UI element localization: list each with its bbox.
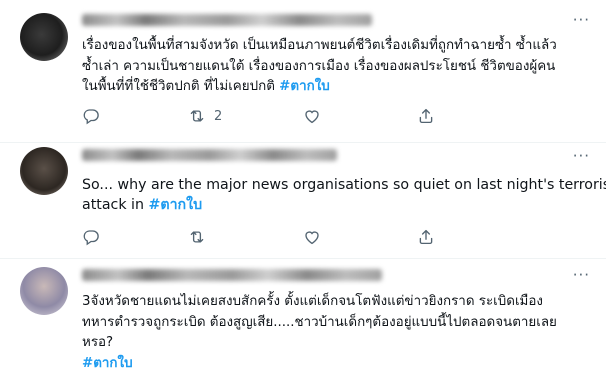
retweet-button[interactable]: 2 <box>188 106 222 126</box>
hashtag-link[interactable]: #ตากใบ <box>279 79 330 94</box>
avatar[interactable] <box>20 147 68 195</box>
hashtag-link[interactable]: #ตากใบ <box>148 197 202 213</box>
tweet-text-line: หรอ? <box>82 335 114 350</box>
reply-icon <box>83 230 99 246</box>
retweet-icon <box>190 110 204 122</box>
retweet-button[interactable] <box>188 227 206 247</box>
more-icon[interactable]: ··· <box>573 13 590 28</box>
tweet-actions <box>82 227 502 247</box>
retweet-count: 2 <box>214 108 223 124</box>
blurred-username <box>82 269 382 281</box>
tweet-text-fragment: ในพื้นที่ที่ใช้ชีวิตปกติ ที่ไม่เคยปกติ <box>82 79 280 94</box>
tweet-text-line: ทหารตำรวจถูกระเบิด ต้องสูญเสีย.....ชาวบ้… <box>82 314 557 330</box>
like-button[interactable] <box>303 227 321 247</box>
like-icon <box>305 110 319 124</box>
more-icon[interactable]: ··· <box>573 268 590 283</box>
tweet[interactable]: ··· 3จังหวัดชายแดนไม่เคยสงบสักครั้ง ตั้ง… <box>0 259 606 383</box>
share-icon <box>419 108 433 124</box>
tweet-text-line: เรื่องของในพื้นที่สามจังหวัด เป็นเหมือนภ… <box>82 38 557 53</box>
tweet-text-line: attack in #ตากใบ <box>82 195 592 215</box>
tweet[interactable]: ··· So... why are the major news organis… <box>0 143 606 259</box>
tweet-text: 3จังหวัดชายแดนไม่เคยสงบสักครั้ง ตั้งแต่เ… <box>82 292 592 374</box>
tweet-text: เรื่องของในพื้นที่สามจังหวัด เป็นเหมือนภ… <box>82 36 592 98</box>
share-icon <box>419 229 433 245</box>
blurred-username <box>82 14 372 26</box>
reply-button[interactable] <box>82 227 100 247</box>
like-button[interactable] <box>303 106 321 126</box>
tweet-text-line: So... why are the major news organisatio… <box>82 177 606 193</box>
tweet-text-line: ซ้ำเล่า ความเป็นชายแดนใต้ เรื่องของการเม… <box>82 58 556 74</box>
more-icon[interactable]: ··· <box>573 149 590 164</box>
hashtag-link[interactable]: #ตากใบ <box>82 354 592 375</box>
tweet-text-line: ในพื้นที่ที่ใช้ชีวิตปกติ ที่ไม่เคยปกติ #… <box>82 77 592 98</box>
share-button[interactable] <box>417 227 435 247</box>
share-button[interactable] <box>417 106 435 126</box>
retweet-icon <box>190 231 204 243</box>
blurred-username <box>82 149 337 161</box>
tweet-text: So... why are the major news organisatio… <box>82 175 606 215</box>
tweet[interactable]: ··· เรื่องของในพื้นที่สามจังหวัด เป็นเหม… <box>0 0 606 143</box>
reply-icon <box>83 109 99 125</box>
avatar[interactable] <box>20 13 68 61</box>
reply-button[interactable] <box>82 106 100 126</box>
tweet-actions: 2 <box>82 106 502 126</box>
tweet-text-line: 3จังหวัดชายแดนไม่เคยสงบสักครั้ง ตั้งแต่เ… <box>82 294 543 309</box>
tweet-text-fragment: attack in <box>82 197 149 213</box>
like-icon <box>305 231 319 245</box>
avatar[interactable] <box>20 267 68 315</box>
